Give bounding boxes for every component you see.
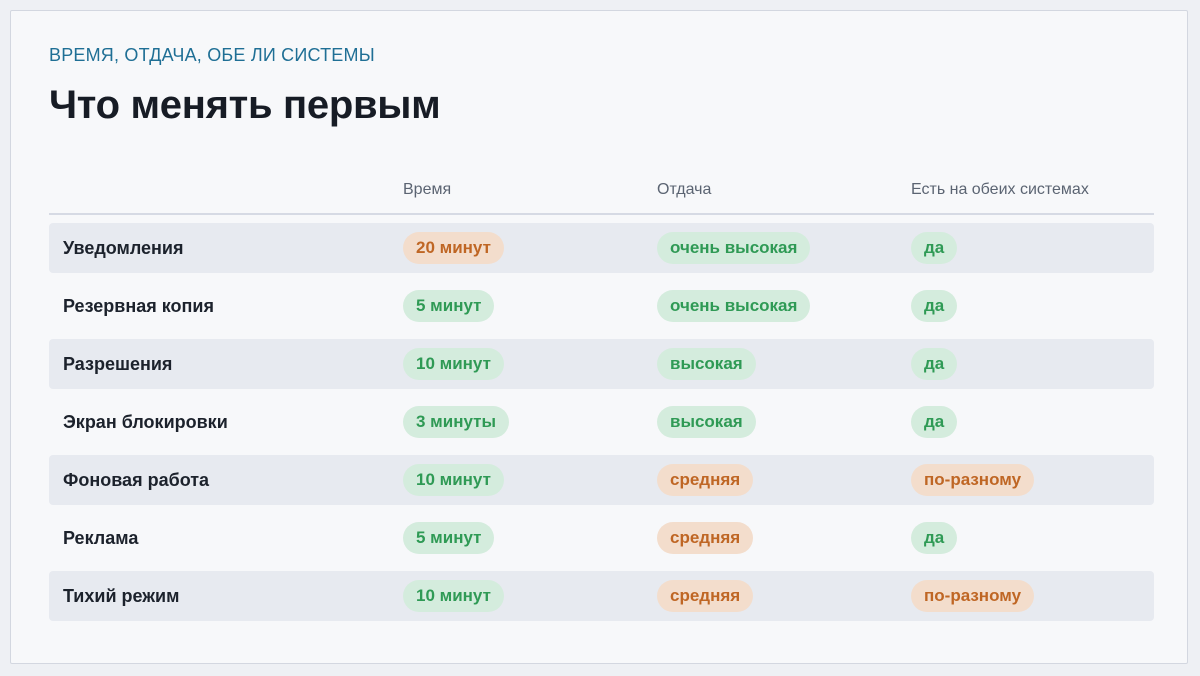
both-systems-badge: по-разному — [911, 464, 1035, 496]
table-row: Разрешения 10 минут высокая да — [49, 339, 1154, 389]
time-badge: 20 минут — [403, 232, 504, 264]
table-row: Экран блокировки 3 минуты высокая да — [49, 397, 1154, 447]
both-systems-badge: да — [911, 406, 958, 438]
table-row: Уведомления 20 минут очень высокая да — [49, 223, 1154, 273]
return-badge: средняя — [657, 464, 754, 496]
both-systems-badge: да — [911, 290, 958, 322]
both-systems-badge: да — [911, 348, 958, 380]
return-badge: средняя — [657, 580, 754, 612]
table-row: Фоновая работа 10 минут средняя по-разному — [49, 455, 1154, 505]
summary-card: ВРЕМЯ, ОТДАЧА, ОБЕ ЛИ СИСТЕМЫ Что менять… — [10, 10, 1188, 664]
section-eyebrow: ВРЕМЯ, ОТДАЧА, ОБЕ ЛИ СИСТЕМЫ — [49, 45, 375, 65]
row-setting-name: Реклама — [63, 528, 139, 548]
column-header-return: Отдача — [657, 181, 712, 198]
row-setting-name: Разрешения — [63, 354, 173, 374]
return-badge: средняя — [657, 522, 754, 554]
row-setting-name: Уведомления — [63, 238, 184, 258]
time-badge: 10 минут — [403, 464, 504, 496]
return-badge: очень высокая — [657, 232, 811, 264]
table-body: Уведомления 20 минут очень высокая да Резерв… — [49, 215, 1154, 621]
return-badge: высокая — [657, 406, 756, 438]
time-badge: 3 минуты — [403, 406, 509, 438]
time-badge: 10 минут — [403, 580, 504, 612]
row-setting-name: Тихий режим — [63, 586, 180, 606]
column-header-both-systems: Есть на обеих системах — [911, 181, 1089, 198]
page-title: Что менять первым — [49, 83, 441, 127]
table-header: Время Отдача Есть на обеих системах — [49, 181, 1154, 215]
priority-table: Время Отдача Есть на обеих системах Увед… — [49, 181, 1154, 629]
time-badge: 10 минут — [403, 348, 504, 380]
time-badge: 5 минут — [403, 290, 495, 322]
time-badge: 5 минут — [403, 522, 495, 554]
table-row: Реклама 5 минут средняя да — [49, 513, 1154, 563]
row-setting-name: Резервная копия — [63, 296, 214, 316]
both-systems-badge: по-разному — [911, 580, 1035, 612]
row-setting-name: Фоновая работа — [63, 470, 210, 490]
row-setting-name: Экран блокировки — [63, 412, 228, 432]
return-badge: очень высокая — [657, 290, 811, 322]
table-row: Тихий режим 10 минут средняя по-разному — [49, 571, 1154, 621]
both-systems-badge: да — [911, 232, 958, 264]
table-row: Резервная копия 5 минут очень высокая да — [49, 281, 1154, 331]
column-header-time: Время — [403, 181, 452, 198]
both-systems-badge: да — [911, 522, 958, 554]
return-badge: высокая — [657, 348, 756, 380]
